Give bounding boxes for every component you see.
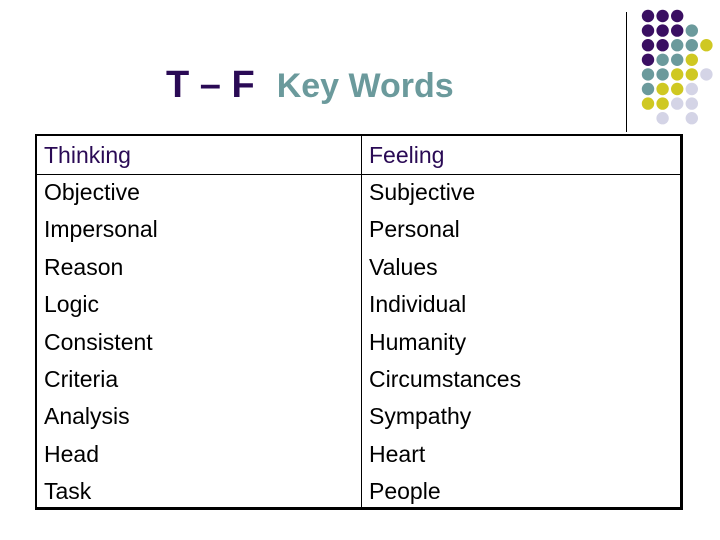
decorative-dot-purple	[671, 9, 684, 23]
decorative-dot-yellow	[700, 39, 713, 52]
decorative-dot-lavender	[671, 97, 684, 110]
title-prefix: T – F	[166, 64, 255, 106]
decorative-dot-purple	[641, 9, 655, 23]
thinking-column: Thinking Objective Impersonal Reason Log…	[44, 136, 158, 511]
list-item: Impersonal	[44, 216, 158, 243]
decorative-dot-purple	[641, 39, 655, 52]
list-item: Reason	[44, 253, 124, 280]
slide-title: T – F Key Words	[166, 62, 454, 109]
decorative-dot-yellow	[656, 97, 669, 110]
decorative-dot-purple	[656, 39, 669, 52]
feeling-column: Feeling Subjective Personal Values Indiv…	[369, 136, 521, 511]
decorative-dot-yellow	[641, 97, 655, 110]
list-item: Sympathy	[369, 403, 472, 430]
list-item: Individual	[369, 291, 467, 318]
decorative-dot-lavender	[685, 82, 698, 96]
decorative-vertical-line	[626, 12, 627, 132]
list-item: Objective	[44, 179, 140, 205]
decorative-dot-yellow	[685, 53, 698, 66]
decorative-dot-purple	[641, 53, 655, 66]
decorative-dot-purple	[671, 24, 684, 37]
list-item: Humanity	[369, 328, 467, 355]
decorative-dot-teal	[641, 68, 655, 81]
decorative-dot-purple	[656, 24, 669, 37]
list-item: Logic	[44, 291, 99, 318]
decorative-dot-purple	[656, 9, 669, 23]
list-item: People	[369, 478, 441, 505]
decorative-dot-teal	[641, 82, 655, 96]
decorative-dot-teal	[671, 39, 684, 52]
list-item: Consistent	[44, 328, 153, 355]
decorative-dot-purple	[641, 24, 655, 37]
decorative-dot-yellow	[685, 68, 698, 81]
decorative-dot-lavender	[685, 112, 698, 125]
decorative-dot-lavender	[656, 112, 669, 125]
decorative-dot-teal	[685, 39, 698, 52]
list-item: Criteria	[44, 366, 119, 393]
decorative-dot-lavender	[685, 97, 698, 110]
list-item: Circumstances	[369, 366, 522, 393]
keywords-table: Thinking Objective Impersonal Reason Log…	[35, 134, 683, 510]
decorative-dot-yellow	[656, 82, 669, 96]
list-item: Values	[369, 253, 438, 280]
list-item: Task	[44, 478, 92, 505]
list-item: Heart	[369, 440, 426, 467]
decorative-dot-teal	[656, 68, 669, 81]
list-item: Personal	[369, 216, 460, 243]
decorative-dot-yellow	[671, 82, 684, 96]
list-item: Subjective	[369, 179, 476, 205]
decorative-dot-yellow	[671, 68, 684, 81]
decorative-dot-teal	[656, 53, 669, 66]
column-header-feeling: Feeling	[369, 142, 445, 168]
column-header-thinking: Thinking	[44, 142, 131, 168]
title-suffix: Key Words	[276, 67, 454, 105]
decorative-dot-teal	[671, 53, 684, 66]
column-divider	[361, 136, 362, 507]
list-item: Head	[44, 440, 99, 467]
list-item: Analysis	[44, 403, 130, 430]
decorative-dot-lavender	[700, 68, 713, 81]
decorative-dot-teal	[685, 24, 698, 37]
